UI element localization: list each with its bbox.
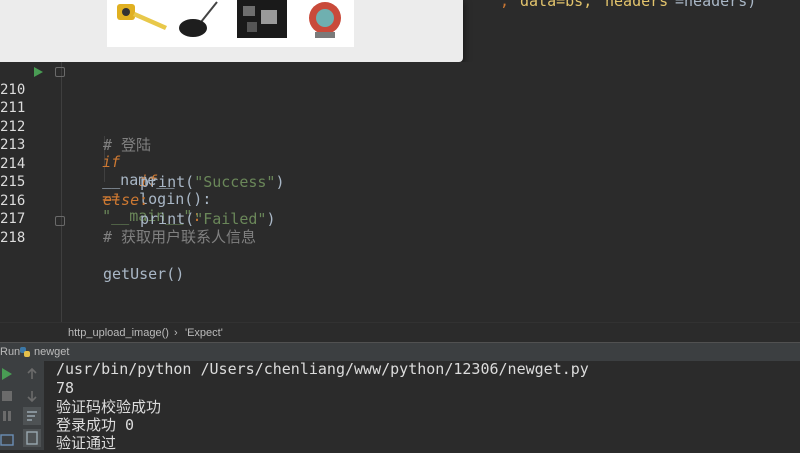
soft-wrap-icon[interactable] bbox=[23, 407, 41, 425]
headers-value: =headers) bbox=[675, 0, 757, 10]
run-tool-header: Run newget bbox=[0, 342, 800, 362]
run-tab-label[interactable]: Run bbox=[0, 346, 20, 358]
code-line-217: 217 # 获取用户联系人信息 bbox=[0, 192, 800, 246]
code-line-214: 214 print("Success") bbox=[0, 137, 800, 191]
run-toolbar bbox=[0, 361, 44, 450]
code-line-215: 215 else: bbox=[0, 155, 800, 209]
console-line: 78 bbox=[56, 379, 75, 397]
comma: , bbox=[500, 0, 510, 10]
breadcrumb: http_upload_image() › 'Expect' bbox=[0, 322, 800, 343]
console-line: 验证码校验成功 bbox=[56, 398, 162, 416]
console-line: 验证通过 bbox=[56, 434, 117, 452]
scroll-down-icon[interactable] bbox=[25, 389, 39, 403]
run-gutter-icon[interactable] bbox=[34, 67, 43, 77]
rerun-icon[interactable] bbox=[0, 367, 14, 381]
getuser-call: getUser() bbox=[103, 265, 185, 283]
pause-icon[interactable] bbox=[0, 409, 14, 423]
console-line: 登录成功 0 bbox=[56, 416, 135, 434]
blower-fan-image[interactable] bbox=[301, 0, 353, 40]
stop-icon[interactable] bbox=[0, 389, 14, 403]
comment-getuser: # 获取用户联系人信息 bbox=[103, 228, 257, 246]
image-strip bbox=[107, 0, 354, 47]
code-line-218: 218 getUser() bbox=[0, 211, 800, 283]
line-number: 218 bbox=[0, 230, 26, 246]
print-icon[interactable] bbox=[23, 429, 41, 447]
code-line-212: 212 # 登陆 bbox=[0, 100, 800, 154]
engine-image[interactable] bbox=[235, 0, 291, 40]
headers-keyword: headers bbox=[605, 0, 669, 10]
code-line-210: 210 if __name__ == "__main__": bbox=[0, 63, 800, 225]
image-preview-popup bbox=[0, 0, 463, 62]
breadcrumb-item[interactable]: 'Expect' bbox=[185, 327, 223, 339]
console-line: /usr/bin/python /Users/chenliang/www/pyt… bbox=[56, 360, 589, 378]
data-param: data=bs, bbox=[520, 0, 593, 10]
tape-measure-image[interactable] bbox=[111, 0, 169, 40]
breadcrumb-function[interactable]: http_upload_image() bbox=[68, 327, 169, 339]
layout-icon[interactable] bbox=[0, 433, 14, 447]
code-line-216: 216 print("Failed") bbox=[0, 174, 800, 228]
code-line-213: 213 if login(): bbox=[0, 118, 800, 208]
fold-icon[interactable] bbox=[55, 67, 65, 77]
fold-end-icon[interactable] bbox=[55, 216, 65, 226]
breadcrumb-separator: › bbox=[174, 327, 178, 339]
python-icon bbox=[20, 347, 30, 357]
run-config-name[interactable]: newget bbox=[34, 346, 69, 358]
spatula-image[interactable] bbox=[171, 0, 231, 40]
code-line-211: 211 bbox=[0, 81, 800, 116]
scroll-up-icon[interactable] bbox=[25, 367, 39, 381]
